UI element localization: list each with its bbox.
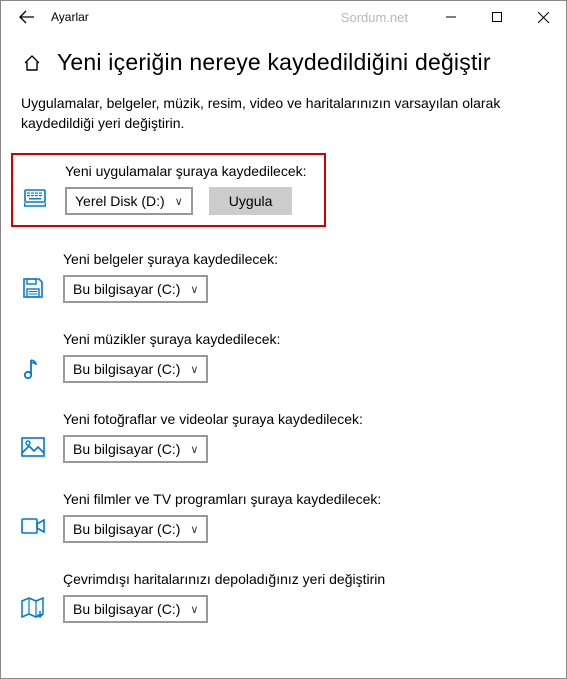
home-icon[interactable]	[21, 52, 43, 74]
chevron-down-icon: ∨	[190, 523, 198, 536]
save-icon	[22, 277, 44, 299]
music-dropdown-value: Bu bilgisayar (C:)	[73, 361, 180, 377]
music-label: Yeni müzikler şuraya kaydedilecek:	[63, 331, 546, 347]
photo-icon	[21, 437, 45, 457]
chevron-down-icon: ∨	[190, 363, 198, 376]
maps-label: Çevrimdışı haritalarınızı depoladığınız …	[63, 571, 546, 587]
maps-dropdown-value: Bu bilgisayar (C:)	[73, 601, 180, 617]
row-apps: Yeni uygulamalar şuraya kaydedilecek: Ye…	[23, 163, 314, 215]
page-description: Uygulamalar, belgeler, müzik, resim, vid…	[1, 94, 566, 153]
movies-label: Yeni filmler ve TV programları şuraya ka…	[63, 491, 546, 507]
maps-dropdown[interactable]: Bu bilgisayar (C:) ∨	[63, 595, 208, 623]
close-button[interactable]	[520, 1, 566, 33]
chevron-down-icon: ∨	[190, 443, 198, 456]
apps-icon	[24, 189, 46, 207]
apps-dropdown-value: Yerel Disk (D:)	[75, 193, 165, 209]
music-dropdown[interactable]: Bu bilgisayar (C:) ∨	[63, 355, 208, 383]
docs-dropdown-value: Bu bilgisayar (C:)	[73, 281, 180, 297]
chevron-down-icon: ∨	[190, 283, 198, 296]
row-maps: Çevrimdışı haritalarınızı depoladığınız …	[21, 571, 546, 623]
highlight-box: Yeni uygulamalar şuraya kaydedilecek: Ye…	[11, 153, 326, 227]
photos-dropdown[interactable]: Bu bilgisayar (C:) ∨	[63, 435, 208, 463]
row-movies: Yeni filmler ve TV programları şuraya ka…	[21, 491, 546, 543]
photos-dropdown-value: Bu bilgisayar (C:)	[73, 441, 180, 457]
photos-label: Yeni fotoğraflar ve videolar şuraya kayd…	[63, 411, 546, 427]
map-icon	[21, 597, 45, 619]
apply-button[interactable]: Uygula	[209, 187, 293, 215]
row-docs: Yeni belgeler şuraya kaydedilecek: Bu bi…	[21, 251, 546, 303]
watermark: Sordum.net	[341, 10, 408, 25]
docs-dropdown[interactable]: Bu bilgisayar (C:) ∨	[63, 275, 208, 303]
window-title: Ayarlar	[51, 10, 89, 24]
apps-dropdown[interactable]: Yerel Disk (D:) ∨	[65, 187, 193, 215]
chevron-down-icon: ∨	[175, 195, 183, 208]
row-music: Yeni müzikler şuraya kaydedilecek: Bu bi…	[21, 331, 546, 383]
movies-dropdown[interactable]: Bu bilgisayar (C:) ∨	[63, 515, 208, 543]
titlebar: Ayarlar Sordum.net	[1, 1, 566, 33]
music-icon	[23, 357, 43, 381]
movies-dropdown-value: Bu bilgisayar (C:)	[73, 521, 180, 537]
docs-label: Yeni belgeler şuraya kaydedilecek:	[63, 251, 546, 267]
minimize-button[interactable]	[428, 1, 474, 33]
video-icon	[21, 517, 45, 535]
page-title: Yeni içeriğin nereye kaydedildiğini deği…	[57, 49, 491, 76]
chevron-down-icon: ∨	[190, 603, 198, 616]
page-header: Yeni içeriğin nereye kaydedildiğini deği…	[1, 33, 566, 94]
apps-label: Yeni uygulamalar şuraya kaydedilecek:	[65, 163, 314, 179]
maximize-button[interactable]	[474, 1, 520, 33]
back-button[interactable]	[7, 1, 47, 33]
row-photos: Yeni fotoğraflar ve videolar şuraya kayd…	[21, 411, 546, 463]
